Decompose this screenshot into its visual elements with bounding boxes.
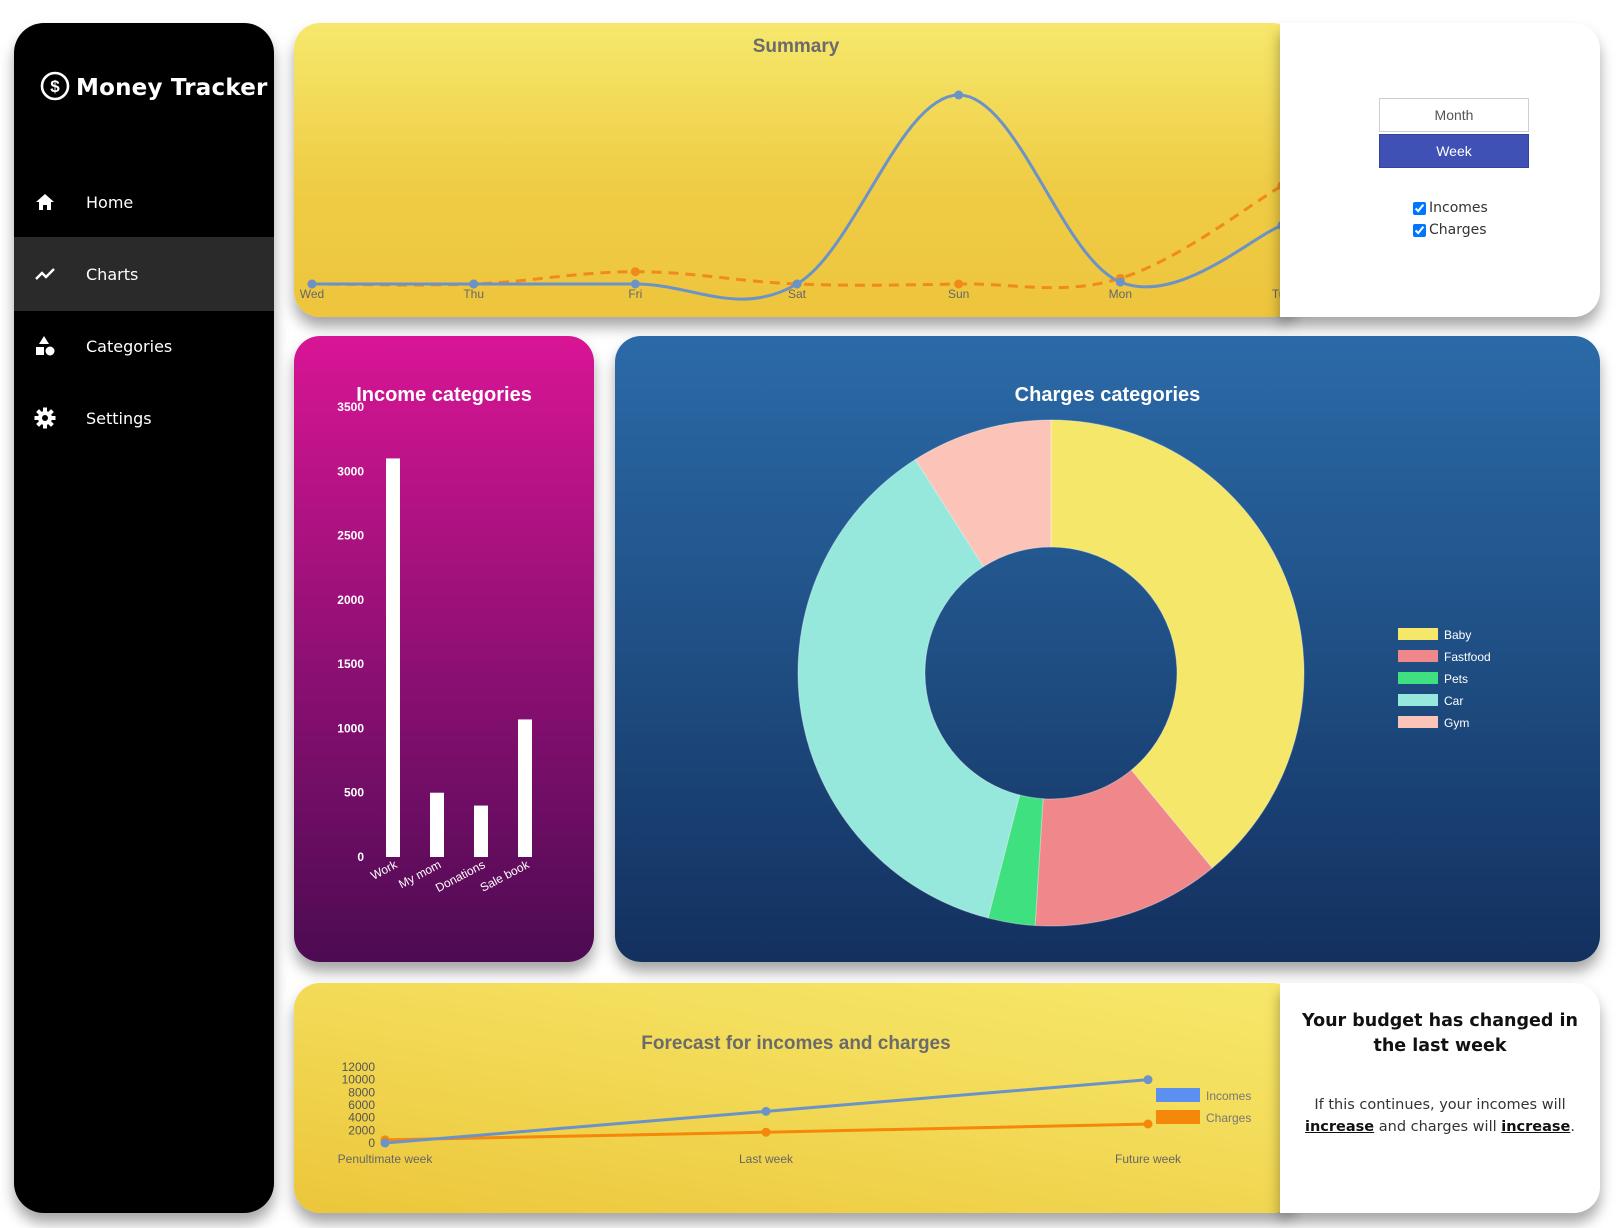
legend-swatch bbox=[1398, 694, 1438, 706]
income-bar[interactable] bbox=[430, 792, 444, 857]
legend-swatch bbox=[1156, 1088, 1200, 1102]
incomes-trend: increase bbox=[1305, 1119, 1375, 1135]
forecast-data-point[interactable] bbox=[1143, 1119, 1153, 1129]
legend-label: Car bbox=[1444, 694, 1463, 708]
sidebar-item-label: Categories bbox=[86, 336, 173, 356]
sidebar-item-label: Settings bbox=[86, 408, 152, 428]
summary-data-point[interactable] bbox=[1115, 277, 1125, 287]
gear-icon bbox=[34, 407, 56, 429]
forecast-y-tick-label: 4000 bbox=[348, 1111, 375, 1125]
income-bar[interactable] bbox=[386, 458, 400, 857]
summary-x-tick-label: Thu bbox=[463, 287, 484, 301]
forecast-data-point[interactable] bbox=[761, 1127, 771, 1137]
forecast-data-point[interactable] bbox=[380, 1138, 390, 1148]
sidebar-item-settings[interactable]: Settings bbox=[14, 381, 274, 455]
app-title: Money Tracker bbox=[76, 75, 268, 101]
legend-swatch bbox=[1398, 650, 1438, 662]
charges-filter[interactable]: Charges bbox=[1413, 222, 1487, 238]
income-x-tick-label: Donations bbox=[433, 857, 487, 895]
incomes-filter-label: Incomes bbox=[1429, 200, 1488, 216]
charges-filter-label: Charges bbox=[1429, 222, 1487, 238]
charges-checkbox[interactable] bbox=[1413, 223, 1426, 237]
summary-x-tick-label: Mon bbox=[1109, 287, 1132, 301]
income-categories-card: Income categories 0 500 1000 1500 2000 2500 30… bbox=[294, 336, 594, 962]
income-y-tick-label: 1000 bbox=[337, 721, 364, 735]
income-bar[interactable] bbox=[474, 805, 488, 857]
income-bar-chart: 0500100015002000250030003500 WorkMy momD… bbox=[337, 400, 533, 895]
legend-label: Charges bbox=[1206, 1111, 1251, 1125]
forecast-x-tick-label: Future week bbox=[1115, 1152, 1182, 1166]
sidebar-item-charts[interactable]: Charts bbox=[14, 237, 274, 311]
categories-shapes-icon bbox=[34, 335, 56, 357]
income-y-tick-label: 1500 bbox=[337, 657, 364, 671]
svg-text:$: $ bbox=[50, 77, 60, 96]
forecast-x-tick-label: Penultimate week bbox=[338, 1152, 434, 1166]
income-x-tick-label: Sale book bbox=[478, 857, 533, 895]
budget-title: Your budget has changed in the last week bbox=[1302, 1011, 1578, 1056]
charges-categories-card: Charges categories Baby Fastfood Pets Car Gy… bbox=[615, 336, 1600, 962]
income-bar[interactable] bbox=[518, 719, 532, 857]
summary-data-point[interactable] bbox=[630, 267, 640, 277]
sidebar-item-label: Charts bbox=[86, 264, 139, 284]
budget-change-panel: Your budget has changed in the last week… bbox=[1280, 983, 1600, 1213]
legend-label: Incomes bbox=[1206, 1089, 1251, 1103]
incomes-checkbox[interactable] bbox=[1413, 201, 1426, 215]
brand[interactable]: $ Money Tracker bbox=[40, 71, 268, 105]
forecast-y-tick-label: 12000 bbox=[342, 1060, 376, 1074]
sidebar: $ Money Tracker Home Charts Categories S… bbox=[14, 23, 274, 1213]
forecast-y-tick-label: 8000 bbox=[348, 1085, 375, 1099]
legend-swatch bbox=[1398, 716, 1438, 728]
incomes-filter[interactable]: Incomes bbox=[1413, 200, 1488, 216]
summary-x-tick-label: Sat bbox=[788, 287, 807, 301]
week-button[interactable]: Week bbox=[1379, 134, 1529, 168]
summary-series-line bbox=[312, 93, 1283, 301]
forecast-x-tick-label: Last week bbox=[739, 1152, 794, 1166]
charges-trend: increase bbox=[1501, 1119, 1571, 1135]
forecast-y-tick-label: 10000 bbox=[342, 1073, 376, 1087]
month-button[interactable]: Month bbox=[1379, 98, 1529, 132]
income-y-tick-label: 3500 bbox=[337, 400, 364, 414]
legend-label: Pets bbox=[1444, 672, 1468, 686]
income-y-tick-label: 500 bbox=[344, 786, 364, 800]
forecast-data-point[interactable] bbox=[761, 1106, 771, 1116]
forecast-y-tick-label: 2000 bbox=[348, 1123, 375, 1137]
forecast-data-point[interactable] bbox=[1143, 1075, 1153, 1085]
range-controls-panel: Month Week Incomes Charges bbox=[1280, 23, 1600, 317]
forecast-y-tick-label: 0 bbox=[368, 1136, 375, 1150]
forecast-y-tick-label: 6000 bbox=[348, 1098, 375, 1112]
sidebar-item-categories[interactable]: Categories bbox=[14, 309, 274, 383]
income-y-tick-label: 2000 bbox=[337, 593, 364, 607]
legend-swatch bbox=[1398, 628, 1438, 640]
income-y-tick-label: 2500 bbox=[337, 529, 364, 543]
summary-data-point[interactable] bbox=[954, 90, 964, 100]
sidebar-item-home[interactable]: Home bbox=[14, 165, 274, 239]
summary-x-tick-label: Fri bbox=[628, 287, 642, 301]
legend-label: Gym bbox=[1444, 716, 1469, 730]
budget-text-middle: and charges will bbox=[1378, 1119, 1497, 1135]
legend-swatch bbox=[1156, 1110, 1200, 1124]
forecast-chart-card: Forecast for incomes and charges 0 2000 40… bbox=[294, 983, 1298, 1213]
sidebar-item-label: Home bbox=[86, 192, 134, 212]
summary-x-tick-label: Wed bbox=[300, 287, 324, 301]
chart-line-icon bbox=[34, 263, 56, 285]
legend-swatch bbox=[1398, 672, 1438, 684]
charges-doughnut-chart: Baby Fastfood Pets Car Gym bbox=[797, 419, 1491, 927]
dollar-circle-icon: $ bbox=[40, 71, 70, 101]
forecast-line-chart: 020004000600080001000012000 Penultimate … bbox=[338, 1060, 1252, 1166]
budget-text-prefix: If this continues, your incomes will bbox=[1314, 1097, 1566, 1113]
home-icon bbox=[34, 191, 56, 213]
budget-forecast-text: If this continues, your incomes will inc… bbox=[1288, 1094, 1592, 1138]
legend-label: Baby bbox=[1444, 628, 1471, 642]
summary-chart-card: Summary WedThuFriSatSunMonTue bbox=[294, 23, 1298, 317]
legend-label: Fastfood bbox=[1444, 650, 1491, 664]
income-y-tick-label: 0 bbox=[357, 850, 364, 864]
income-y-tick-label: 3000 bbox=[337, 464, 364, 478]
summary-series-line bbox=[311, 184, 1283, 290]
budget-text-suffix: . bbox=[1570, 1119, 1575, 1135]
summary-line-chart: WedThuFriSatSunMonTue bbox=[300, 90, 1292, 301]
summary-x-tick-label: Sun bbox=[948, 287, 969, 301]
